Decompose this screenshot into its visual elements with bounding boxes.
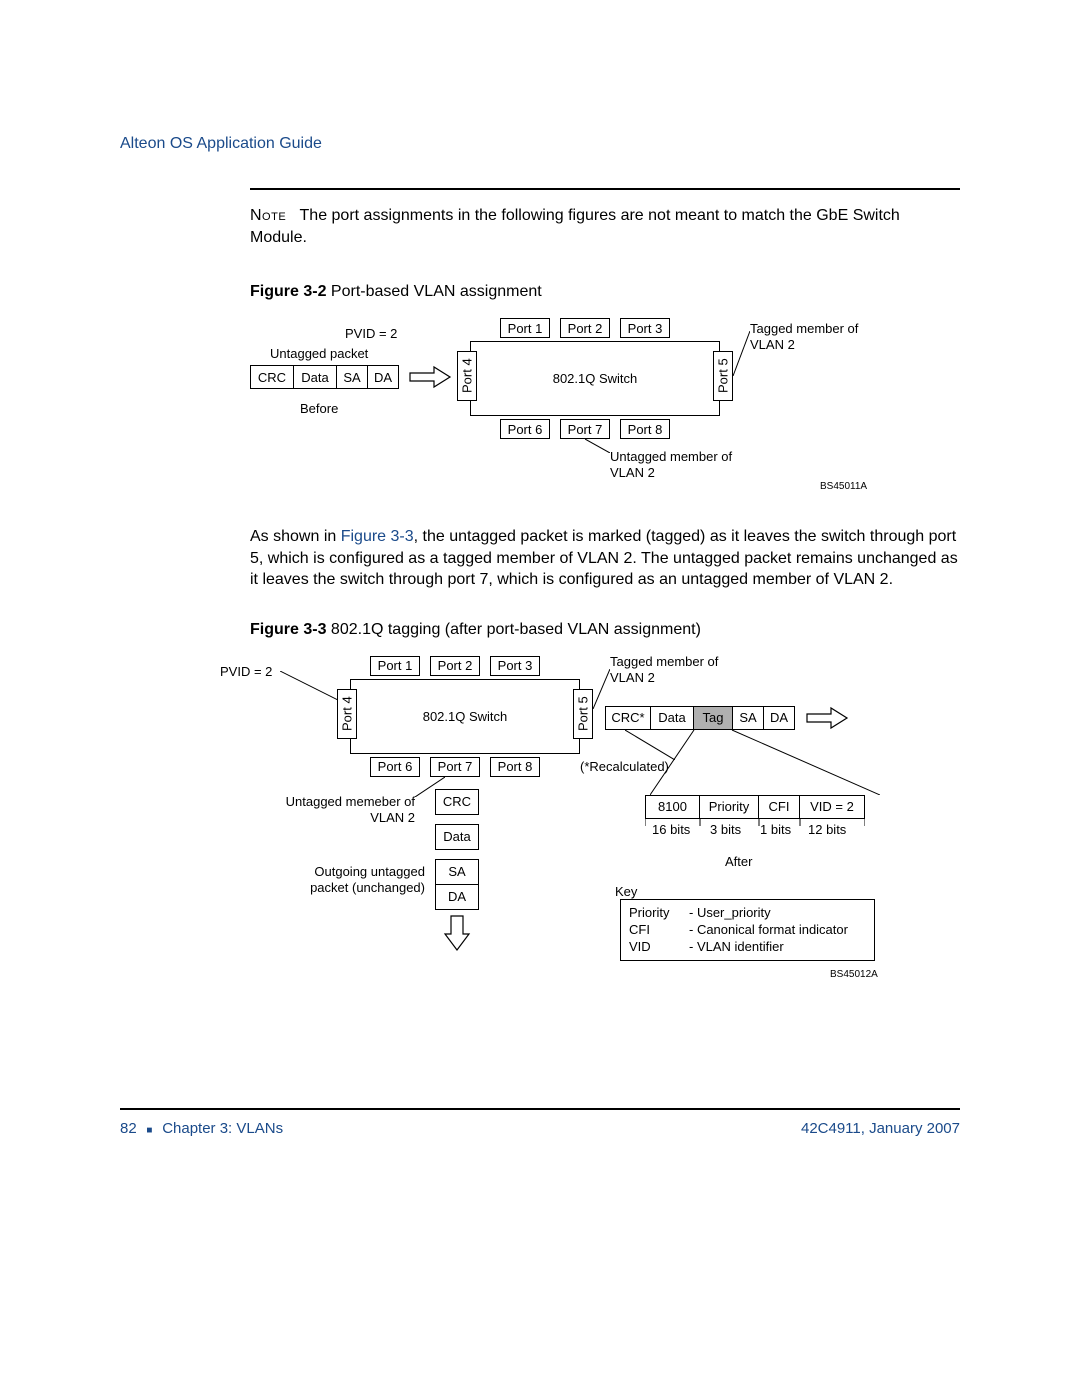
cfi-cell: CFI [758, 795, 800, 819]
page-content: Alteon OS Application Guide Note The por… [120, 135, 960, 999]
priority-cell: Priority [699, 795, 759, 819]
figure-number-33: Figure 3-3 [250, 621, 326, 638]
port1: Port 1 [500, 318, 550, 338]
key-priority-k: Priority [629, 905, 689, 920]
sa-cell: SA [336, 365, 368, 389]
data-cell: Data [293, 365, 337, 389]
switch-label: 802.1Q Switch [553, 371, 638, 386]
key-box: Priority - User_priority CFI - Canonical… [620, 899, 875, 961]
crc-star-cell: CRC* [605, 706, 651, 730]
tag-cell: Tag [693, 706, 733, 730]
tag-expand-icon [650, 730, 880, 795]
port6: Port 6 [500, 419, 550, 439]
key-priority-v: - User_priority [689, 905, 848, 920]
diagram-code-32: BS45011A [820, 481, 867, 493]
diagram-code-33: BS45012A [830, 969, 878, 981]
note-text: The port assignments in the following fi… [250, 207, 900, 246]
after-label: After [725, 854, 752, 870]
figure-3-2-diagram: PVID = 2 Untagged packet CRC Data SA DA … [250, 321, 960, 506]
key-vid-v: - VLAN identifier [689, 939, 848, 954]
port2-33: Port 2 [430, 656, 480, 676]
line-port5-33-icon [593, 669, 610, 709]
line-port5-icon [733, 331, 750, 376]
arrow-right-1-icon [408, 365, 454, 389]
note-label: Note [250, 207, 286, 224]
footer: 82 ■ Chapter 3: VLANs 42C4911, January 2… [120, 1100, 960, 1137]
v-crc: CRC [435, 789, 479, 815]
before-label: Before [300, 401, 338, 417]
figure-number: Figure 3-2 [250, 283, 326, 300]
key-cfi-v: - Canonical format indicator [689, 922, 848, 937]
data-cell-33: Data [650, 706, 694, 730]
port5: Port 5 [713, 351, 733, 401]
doc-title: Alteon OS Application Guide [120, 135, 960, 153]
port4: Port 4 [457, 351, 477, 401]
arrow-right-2-icon [805, 706, 851, 730]
rule-bottom [120, 1108, 960, 1110]
figure-ref-link[interactable]: Figure 3-3 [341, 528, 414, 545]
square-icon: ■ [141, 1125, 158, 1136]
figure-3-3-caption: Figure 3-3 802.1Q tagging (after port-ba… [250, 621, 960, 639]
untagged-member-label: Untagged member of VLAN 2 [610, 449, 750, 480]
chapter-label: Chapter 3: VLANs [162, 1120, 283, 1137]
da-cell: DA [367, 365, 399, 389]
key-vid-k: VID [629, 939, 689, 954]
port7-33: Port 7 [430, 757, 480, 777]
vid-cell: VID = 2 [799, 795, 865, 819]
port8-33: Port 8 [490, 757, 540, 777]
figure-3-2-caption: Figure 3-2 Port-based VLAN assignment [250, 283, 960, 301]
switch-box-33: 802.1Q Switch [350, 679, 580, 754]
v-sa: SA [435, 859, 479, 885]
tagged-member-label: Tagged member of VLAN 2 [750, 321, 880, 352]
doc-id: 42C4911, January 2007 [801, 1120, 960, 1137]
key-label: Key [615, 884, 637, 900]
figure-3-3-diagram: PVID = 2 802.1Q Switch Port 1 Port 2 Por… [250, 659, 960, 999]
switch-label-33: 802.1Q Switch [423, 709, 508, 724]
port7: Port 7 [560, 419, 610, 439]
rule-top [250, 188, 960, 190]
para1-prefix: As shown in [250, 528, 341, 545]
arrow-down-icon [443, 914, 471, 952]
figure-title: Port-based VLAN assignment [331, 283, 542, 300]
port8: Port 8 [620, 419, 670, 439]
port3-33: Port 3 [490, 656, 540, 676]
key-cfi-k: CFI [629, 922, 689, 937]
figure-title-33: 802.1Q tagging (after port-based VLAN as… [331, 621, 701, 638]
da-cell-33: DA [763, 706, 795, 730]
port5-33: Port 5 [573, 689, 593, 739]
port6-33: Port 6 [370, 757, 420, 777]
v-da: DA [435, 884, 479, 910]
port1-33: Port 1 [370, 656, 420, 676]
switch-box: 802.1Q Switch [470, 341, 720, 416]
page-number: 82 [120, 1120, 137, 1137]
tagged-member-33: Tagged member of VLAN 2 [610, 654, 740, 685]
v-data: Data [435, 824, 479, 850]
pvid-label: PVID = 2 [345, 326, 397, 342]
sa-cell-33: SA [732, 706, 764, 730]
line-pvid-icon [280, 671, 340, 701]
paragraph-1: As shown in Figure 3-3, the untagged pac… [250, 526, 960, 591]
untagged-memeber-33: Untagged memeber of VLAN 2 [265, 794, 415, 825]
pvid-label-33: PVID = 2 [220, 664, 272, 680]
note-paragraph: Note The port assignments in the followi… [250, 205, 960, 248]
port4-33: Port 4 [337, 689, 357, 739]
bitbar-icon [645, 818, 865, 826]
tpid-cell: 8100 [645, 795, 700, 819]
line-port7-icon [585, 439, 610, 453]
crc-cell: CRC [250, 365, 294, 389]
untagged-packet-label: Untagged packet [270, 346, 368, 362]
body-column: Note The port assignments in the followi… [250, 205, 960, 999]
port2: Port 2 [560, 318, 610, 338]
outgoing-label: Outgoing untagged packet (unchanged) [305, 864, 425, 895]
port3: Port 3 [620, 318, 670, 338]
